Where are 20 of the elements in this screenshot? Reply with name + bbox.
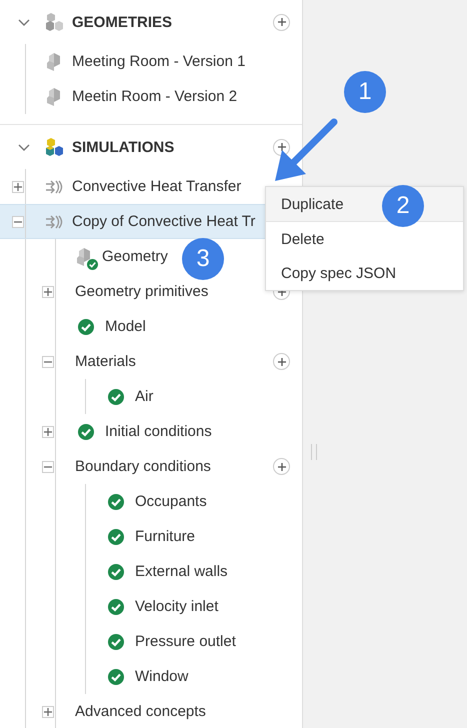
- tree-item-label: Meetin Room - Version 2: [72, 88, 238, 105]
- tree-item-label: Window: [135, 668, 188, 685]
- section-title: GEOMETRIES: [72, 14, 172, 30]
- tree-item-label: Furniture: [135, 528, 196, 545]
- tree-item-label: Velocity inlet: [135, 598, 218, 615]
- section-title: SIMULATIONS: [72, 138, 174, 156]
- tree-item-label: External walls: [135, 563, 228, 580]
- tree-item-label: Air: [135, 388, 154, 405]
- tree-item-label: Meeting Room - Version 1: [72, 53, 246, 70]
- tree-item-label: Model: [105, 318, 146, 335]
- tree-item-label: Copy of Convective Heat Tr: [72, 213, 256, 230]
- tree-item-label: Materials: [75, 353, 136, 370]
- tree-item-label: Occupants: [135, 493, 207, 510]
- tree-item-label: Geometry primitives: [75, 283, 208, 300]
- tree-item-label: Initial conditions: [105, 423, 212, 440]
- tree-item-label: Boundary conditions: [75, 458, 211, 475]
- tree-item-label: Convective Heat Transfer: [72, 178, 242, 195]
- tree-item-label: Pressure outlet: [135, 633, 236, 650]
- tree-item-label: Geometry: [102, 248, 168, 265]
- tree-item-label: Advanced concepts: [75, 703, 206, 720]
